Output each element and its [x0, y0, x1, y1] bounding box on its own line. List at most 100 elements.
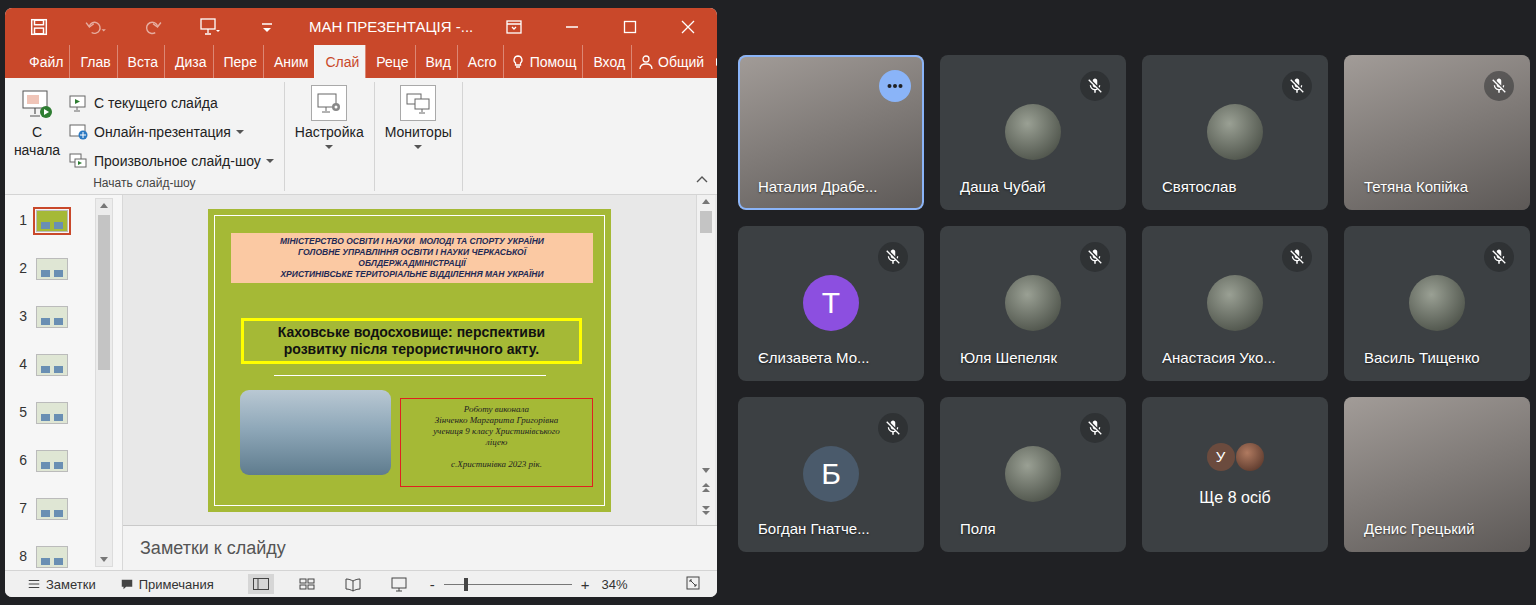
view-button[interactable]: [340, 574, 366, 594]
save-button[interactable]: [10, 8, 67, 45]
muted-indicator: [878, 413, 908, 443]
participant-tile[interactable]: ТЄлизавета Мо...: [738, 226, 924, 381]
ribbon-tab[interactable]: Аним: [263, 45, 315, 78]
scrollbar-thumb[interactable]: [700, 211, 712, 233]
more-options-button[interactable]: [879, 70, 911, 102]
ribbon-tab[interactable]: Вход: [582, 45, 631, 78]
close-button[interactable]: [659, 8, 717, 45]
collapse-ribbon-button[interactable]: [687, 170, 717, 194]
dropdown-slot: [266, 157, 274, 165]
thumbnail-picture: [41, 222, 50, 229]
thumbnail-picture: [54, 222, 63, 229]
scroll-down-button[interactable]: [701, 463, 711, 477]
ribbon-tab[interactable]: Помощ: [503, 45, 583, 78]
slide-thumbnail[interactable]: 7: [5, 495, 95, 543]
fit-to-window-button[interactable]: [685, 575, 701, 594]
more-dots-icon: [887, 83, 903, 89]
ribbon-tab[interactable]: Общий: [631, 45, 710, 78]
participant-tile[interactable]: Тетяна Копійка: [1344, 55, 1530, 210]
present-button[interactable]: [181, 8, 238, 45]
view-button[interactable]: [294, 574, 320, 594]
slide-thumbnail[interactable]: 3: [5, 303, 95, 351]
zoom-level[interactable]: 34%: [602, 577, 628, 592]
participant-tile[interactable]: Василь Тищенко: [1344, 226, 1530, 381]
tab-label: Глав: [80, 54, 110, 70]
slideshow-view-icon: [390, 576, 408, 592]
thumbnail-frame: [33, 255, 71, 283]
participant-tile[interactable]: Даша Чубай: [940, 55, 1126, 210]
slide-header-box: МІНІСТЕРСТВО ОСВІТИ І НАУКИ МОЛОДІ ТА СП…: [231, 233, 593, 283]
previous-slide-button[interactable]: [701, 477, 711, 499]
slide-thumbnail[interactable]: 2: [5, 255, 95, 303]
window-controls: [485, 8, 717, 45]
thumbnail-picture: [54, 510, 63, 517]
ribbon-button[interactable]: Произвольное слайд-шоу: [69, 146, 278, 175]
participant-tile[interactable]: Анастасия Уко...: [1142, 226, 1328, 381]
slide-thumbnail[interactable]: 4: [5, 351, 95, 399]
slide-thumbnail[interactable]: 6: [5, 447, 95, 495]
comments-button[interactable]: Примечания: [120, 577, 214, 592]
participant-media: [1207, 277, 1263, 331]
scrollbar-thumb[interactable]: [98, 215, 110, 370]
ribbon-tab[interactable]: Вста: [117, 45, 164, 78]
ribbon-button[interactable]: Онлайн-презентация: [69, 117, 278, 146]
undo-button[interactable]: [67, 8, 124, 45]
slide-thumbnail[interactable]: 5: [5, 399, 95, 447]
button-label: С текущего слайда: [94, 95, 218, 111]
notes-icon: [27, 577, 41, 591]
thumbnail-image: [36, 546, 68, 568]
ribbon-button[interactable]: Настройка: [291, 82, 368, 151]
ribbon-group: Мониторы: [375, 82, 463, 191]
tab-scroll-button[interactable]: [710, 45, 717, 78]
ribbon-button[interactable]: Мониторы: [381, 82, 456, 151]
zoom-out-button[interactable]: -: [426, 576, 439, 593]
scroll-up-button[interactable]: [99, 199, 109, 213]
ribbon-button[interactable]: С текущего слайда: [69, 88, 278, 117]
notes-button[interactable]: Заметки: [27, 577, 96, 592]
notes-field[interactable]: Заметки к слайду: [123, 525, 717, 570]
slide-thumbnail[interactable]: 1: [5, 207, 95, 255]
view-button[interactable]: [386, 574, 412, 594]
ribbon-tab[interactable]: Acro: [457, 45, 503, 78]
participant-tile[interactable]: Святослав: [1142, 55, 1328, 210]
tab-label: Общий: [658, 54, 704, 70]
reading-view-icon: [344, 576, 362, 592]
next-slide-button[interactable]: [701, 499, 711, 521]
ribbon-button[interactable]: С начала: [11, 82, 63, 159]
ribbon-tab[interactable]: Реце: [365, 45, 414, 78]
participant-tile[interactable]: УЩе 8 осіб: [1142, 397, 1328, 552]
participant-tile[interactable]: Поля: [940, 397, 1126, 552]
ribbon-tab[interactable]: Слай: [314, 45, 365, 78]
ribbon-tab[interactable]: Пере: [213, 45, 263, 78]
participant-tile[interactable]: ББогдан Гнатче...: [738, 397, 924, 552]
setup-slideshow-icon: [316, 91, 342, 115]
tab-label: Вид: [426, 54, 451, 70]
fit-window-icon: [685, 575, 701, 591]
tab-label: Acro: [468, 54, 497, 70]
scroll-down-button[interactable]: [99, 552, 109, 566]
customize-button[interactable]: [238, 8, 295, 45]
participant-tile[interactable]: Юля Шепеляк: [940, 226, 1126, 381]
ribbon-tab[interactable]: Диза: [164, 45, 213, 78]
ribbon-tab[interactable]: Глав: [69, 45, 116, 78]
participant-tile[interactable]: Денис Грецький: [1344, 397, 1530, 552]
avatar-photo: [1207, 275, 1263, 331]
maximize-button[interactable]: [601, 8, 659, 45]
ribbon-tab[interactable]: Вид: [415, 45, 457, 78]
view-button[interactable]: [248, 574, 274, 594]
scroll-up-button[interactable]: [701, 195, 711, 209]
minimize-button[interactable]: [543, 8, 601, 45]
person-icon: [638, 54, 654, 70]
tab-kind: [510, 54, 526, 70]
zoom-in-button[interactable]: +: [577, 576, 594, 593]
zoom-slider[interactable]: [444, 584, 572, 585]
ribbon-display-button[interactable]: [485, 8, 543, 45]
ribbon-tab[interactable]: Файл: [19, 45, 69, 78]
participant-tile[interactable]: Наталия Драбе...: [738, 55, 924, 210]
redo-button[interactable]: [124, 8, 181, 45]
slide-thumbnail[interactable]: 8: [5, 543, 95, 570]
muted-indicator: [878, 242, 908, 272]
avatar-stack: У: [1207, 443, 1264, 471]
slideshow-view-icon: [390, 576, 408, 592]
zoom-slider-thumb[interactable]: [464, 578, 468, 591]
